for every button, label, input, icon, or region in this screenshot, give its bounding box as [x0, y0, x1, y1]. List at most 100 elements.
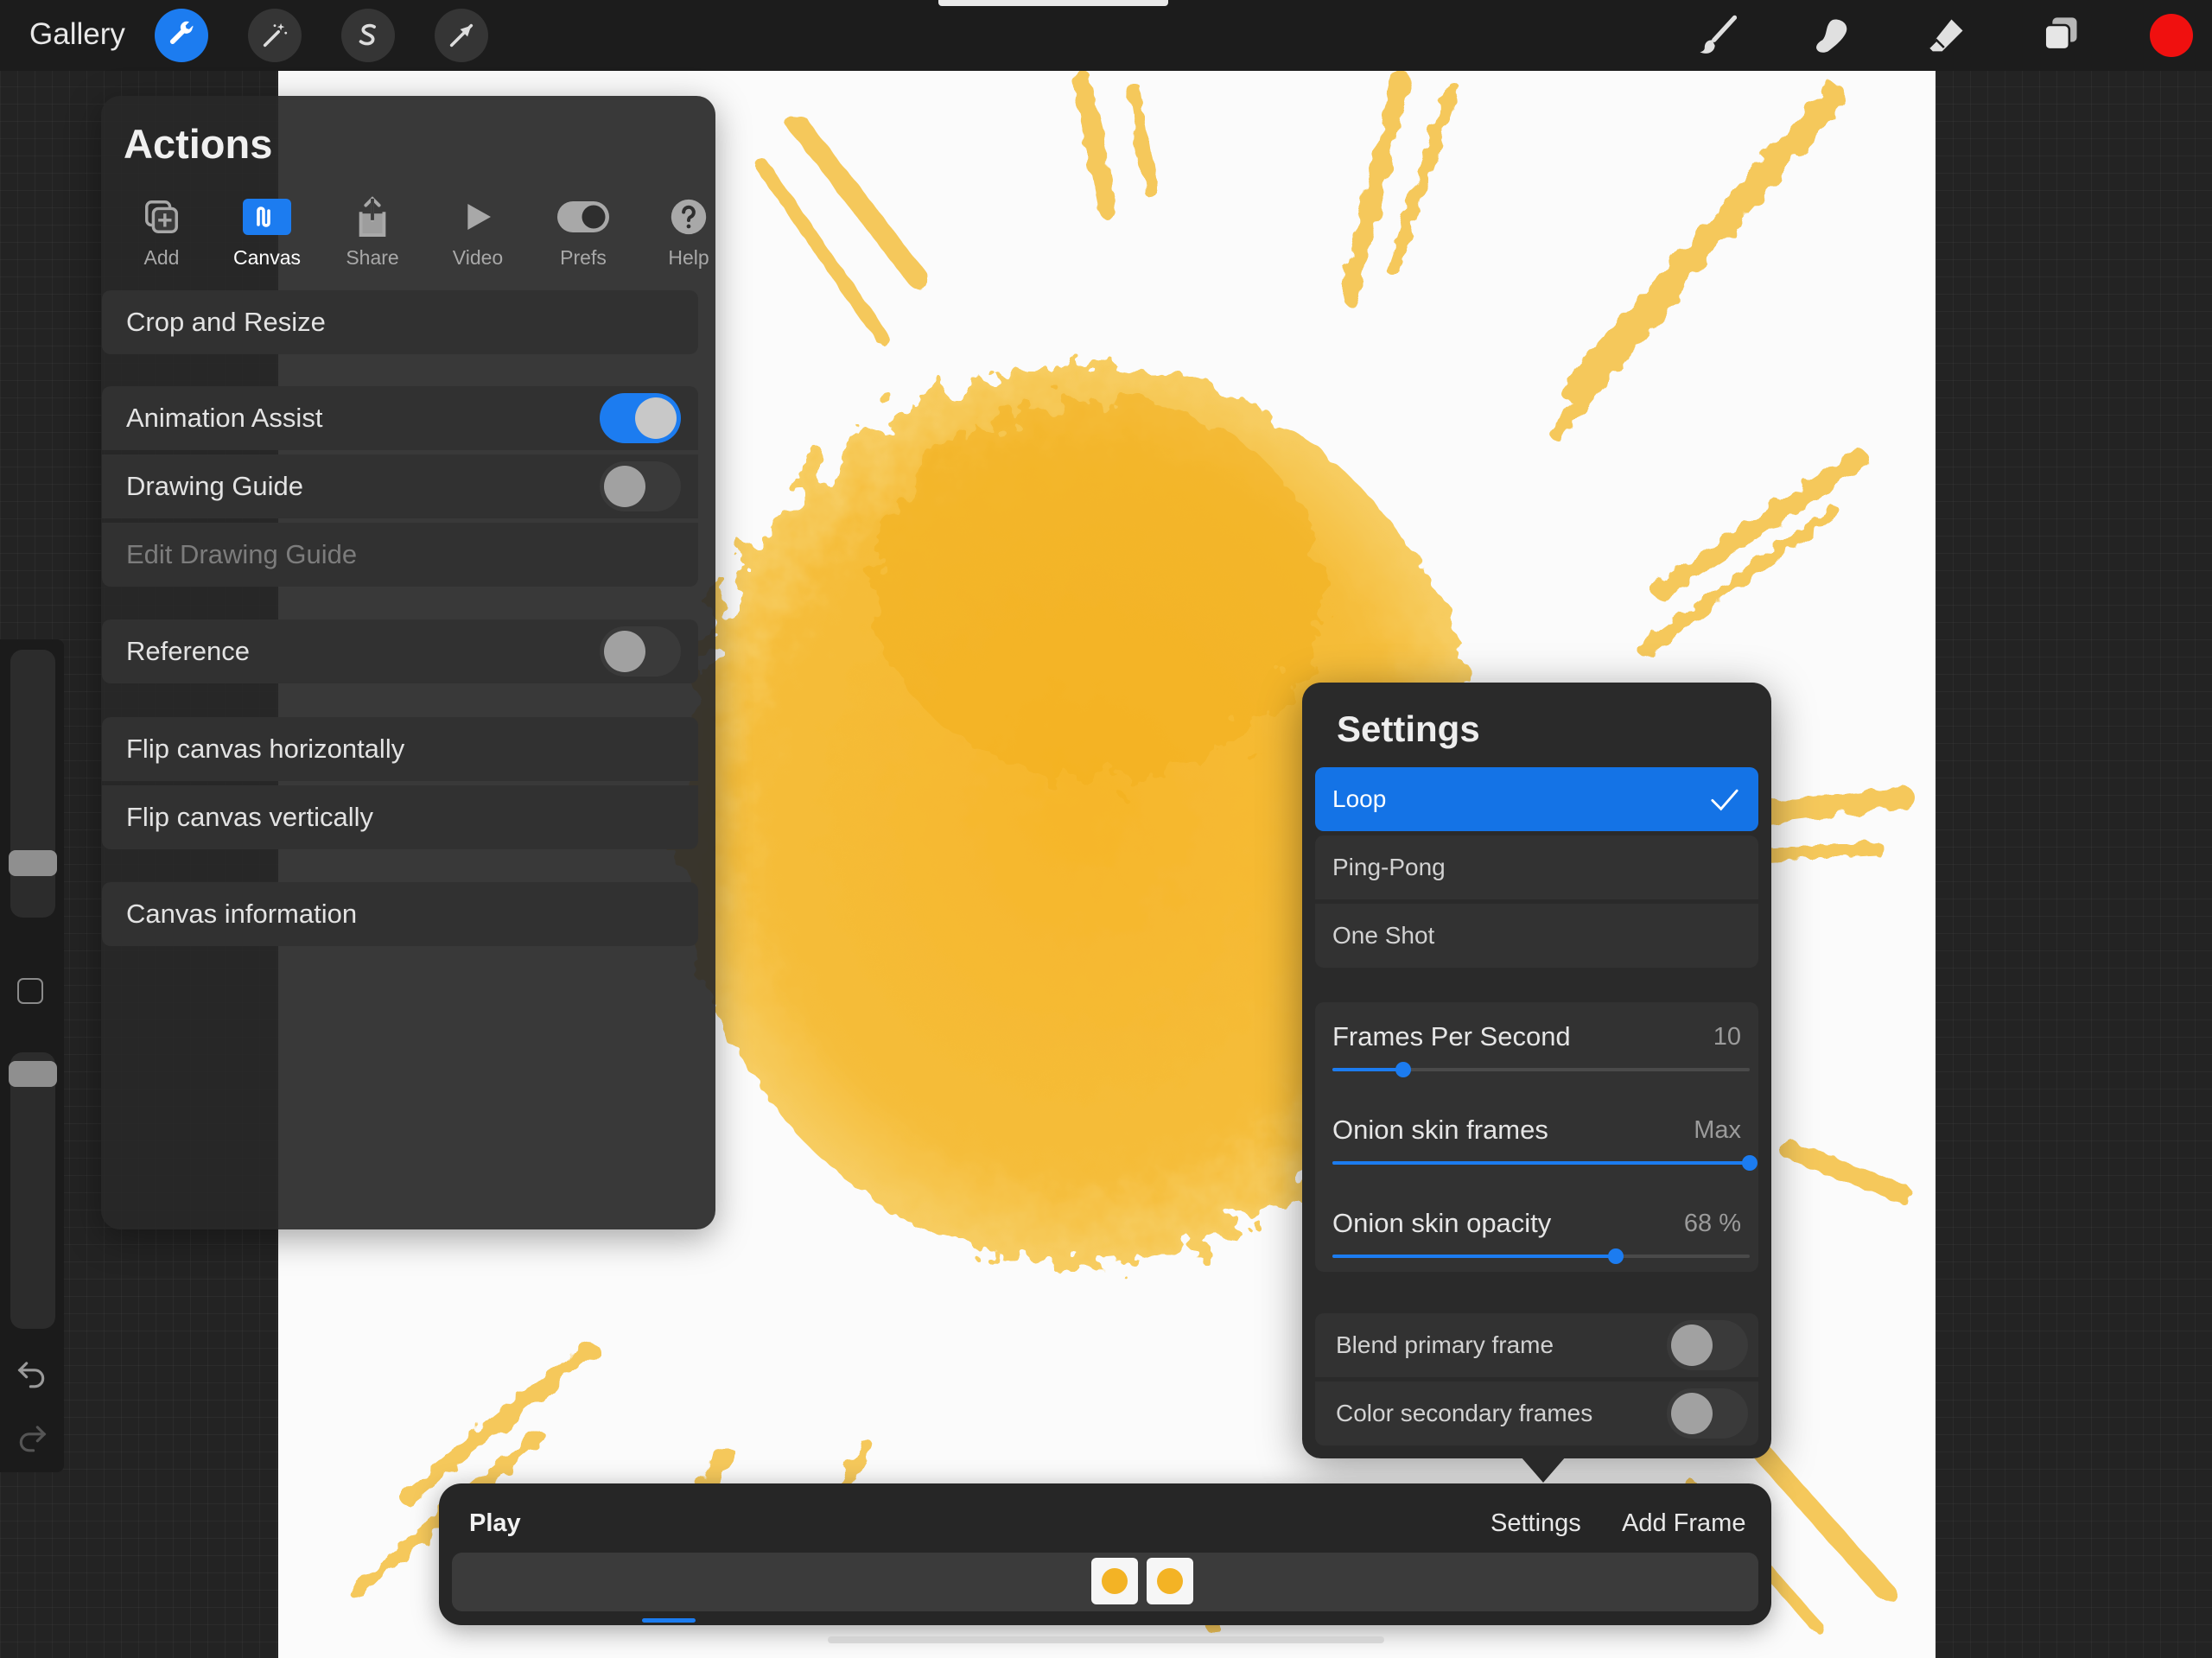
blend-primary-item: Blend primary frame	[1315, 1313, 1758, 1377]
edit-drawing-guide-label: Edit Drawing Guide	[126, 539, 358, 569]
actions-title: Actions	[124, 121, 273, 167]
tab-canvas[interactable]: Canvas	[215, 191, 319, 270]
selection-s-icon	[359, 23, 376, 46]
toggle-knob	[604, 631, 645, 672]
mode-one-shot-option[interactable]: One Shot	[1315, 904, 1758, 968]
onion-frames-label: Onion skin frames	[1332, 1115, 1548, 1145]
play-button[interactable]: Play	[469, 1509, 521, 1538]
popover-arrow	[1521, 1457, 1566, 1483]
animation-assist-item: Animation Assist	[102, 386, 698, 450]
frame-thumbnail[interactable]	[1147, 1558, 1193, 1604]
tab-video[interactable]: Video	[426, 191, 530, 270]
animation-timeline: Play Settings Add Frame	[439, 1483, 1771, 1625]
onion-opacity-value: 68 %	[1683, 1210, 1741, 1237]
adjustments-button[interactable]	[248, 9, 302, 62]
toggle-knob	[635, 397, 677, 439]
tab-canvas-label: Canvas	[233, 246, 301, 269]
toggle-knob	[1671, 1324, 1713, 1366]
current-frame-indicator	[642, 1618, 696, 1623]
onion-frames-slider-knob[interactable]	[1742, 1155, 1758, 1171]
reference-item: Reference	[102, 619, 698, 683]
reference-toggle[interactable]	[600, 626, 681, 677]
frame-strip[interactable]	[452, 1553, 1758, 1611]
color-secondary-toggle[interactable]	[1667, 1388, 1748, 1439]
gallery-button[interactable]: Gallery	[29, 17, 125, 52]
layers-button[interactable]	[2034, 10, 2086, 62]
fps-slider[interactable]	[1332, 1062, 1750, 1077]
prefs-toggle-icon	[557, 201, 609, 232]
redo-button[interactable]	[16, 1420, 48, 1458]
wrench-icon	[169, 21, 194, 44]
home-indicator[interactable]	[828, 1636, 1384, 1643]
tab-share[interactable]: Share	[321, 191, 424, 270]
flip-horizontal-item[interactable]: Flip canvas horizontally	[102, 717, 698, 781]
drawing-guide-toggle[interactable]	[600, 461, 681, 511]
mode-ping-pong-label: Ping-Pong	[1332, 854, 1446, 880]
tab-help[interactable]: Help	[637, 191, 741, 270]
tab-help-label: Help	[668, 246, 709, 269]
magic-wand-icon	[263, 22, 288, 48]
tab-add[interactable]: Add	[110, 191, 213, 270]
fps-value: 10	[1713, 1023, 1741, 1051]
share-icon	[359, 196, 386, 237]
sun-thumbnail	[1157, 1568, 1183, 1594]
left-sidebar	[0, 639, 64, 1472]
brush-size-knob[interactable]	[9, 850, 57, 876]
blend-primary-toggle[interactable]	[1667, 1320, 1748, 1370]
frame-thumbnail[interactable]	[1091, 1558, 1138, 1604]
top-toolbar: Gallery	[0, 0, 2212, 71]
drawing-guide-label: Drawing Guide	[126, 471, 304, 501]
toggle-knob	[604, 466, 645, 507]
selection-button[interactable]	[341, 9, 395, 62]
brush-opacity-knob[interactable]	[9, 1061, 57, 1087]
tab-add-label: Add	[143, 246, 180, 269]
help-icon	[671, 199, 707, 235]
animation-sliders-group: Frames Per Second 10 Onion skin frames M…	[1315, 1002, 1758, 1272]
color-picker-button[interactable]	[2150, 14, 2193, 57]
mode-loop-label: Loop	[1332, 785, 1387, 812]
tab-video-label: Video	[452, 246, 504, 269]
timeline-settings-button[interactable]: Settings	[1491, 1509, 1581, 1538]
modify-square-button[interactable]	[17, 978, 43, 1004]
actions-wrench-button[interactable]	[155, 9, 208, 62]
onion-frames-slider[interactable]	[1332, 1155, 1758, 1171]
fps-label: Frames Per Second	[1332, 1021, 1571, 1051]
crop-resize-item[interactable]: Crop and Resize	[102, 290, 698, 354]
undo-button[interactable]	[16, 1356, 48, 1394]
onion-opacity-slider[interactable]	[1332, 1248, 1750, 1264]
multitask-indicator[interactable]	[938, 0, 1168, 6]
blend-primary-label: Blend primary frame	[1336, 1331, 1554, 1358]
smudge-icon	[1816, 19, 1847, 53]
canvas-information-item[interactable]: Canvas information	[102, 882, 698, 946]
brush-button[interactable]	[1692, 10, 1744, 62]
flip-horizontal-label: Flip canvas horizontally	[126, 734, 405, 764]
fps-slider-knob[interactable]	[1395, 1062, 1412, 1077]
mode-loop-option[interactable]: Loop	[1315, 767, 1758, 831]
brush-opacity-slider[interactable]	[9, 1052, 57, 1329]
animation-assist-toggle[interactable]	[600, 393, 681, 443]
onion-frames-slider-fill	[1332, 1161, 1750, 1165]
layers-icon	[2044, 17, 2077, 51]
undo-icon	[17, 1362, 45, 1388]
smudge-button[interactable]	[1806, 10, 1858, 62]
mode-ping-pong-option[interactable]: Ping-Pong	[1315, 835, 1758, 899]
reference-label: Reference	[126, 636, 251, 666]
flip-vertical-item[interactable]: Flip canvas vertically	[102, 785, 698, 849]
onion-frames-value: Max	[1694, 1116, 1741, 1144]
canvas-icon	[243, 199, 291, 235]
animation-settings-popover: Settings Loop Ping-Pong One Shot Frames …	[1302, 683, 1771, 1458]
tab-prefs[interactable]: Prefs	[531, 191, 635, 270]
tab-share-label: Share	[346, 246, 399, 269]
settings-title: Settings	[1337, 708, 1480, 749]
add-icon	[145, 200, 178, 233]
fps-slider-fill	[1332, 1068, 1404, 1071]
brush-size-slider[interactable]	[9, 650, 57, 918]
eraser-button[interactable]	[1920, 10, 1972, 62]
eraser-icon	[1928, 19, 1963, 52]
animation-assist-label: Animation Assist	[126, 403, 323, 433]
add-frame-button[interactable]: Add Frame	[1622, 1509, 1745, 1538]
onion-opacity-slider-knob[interactable]	[1608, 1248, 1624, 1264]
transform-button[interactable]	[435, 9, 488, 62]
sun-thumbnail	[1102, 1568, 1128, 1594]
flip-vertical-label: Flip canvas vertically	[126, 802, 373, 832]
